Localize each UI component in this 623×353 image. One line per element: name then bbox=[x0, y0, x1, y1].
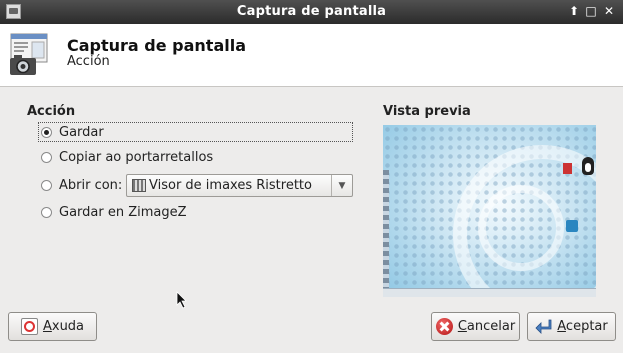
preview-desktop-icon bbox=[563, 163, 572, 174]
open-with-app-value: Visor de imaxes Ristretto bbox=[149, 178, 312, 193]
preview-desktop-icon bbox=[566, 220, 578, 232]
radio-option-save[interactable]: Gardar bbox=[41, 122, 104, 142]
radio-label-open-with: Abrir con: bbox=[59, 177, 123, 193]
cancel-icon bbox=[435, 318, 453, 335]
cancel-button-label: Cancelar bbox=[457, 319, 516, 334]
preview-section-label: Vista previa bbox=[383, 104, 471, 119]
open-with-app-select[interactable]: Visor de imaxes Ristretto ▼ bbox=[126, 174, 353, 197]
radio-button-checked[interactable] bbox=[41, 126, 52, 138]
help-icon bbox=[20, 318, 38, 335]
radio-button[interactable] bbox=[41, 179, 52, 191]
accept-button[interactable]: Aceptar bbox=[527, 312, 616, 341]
mouse-pointer-icon bbox=[176, 291, 187, 309]
restore-icon[interactable]: ⬆ bbox=[566, 3, 582, 20]
window-title: Captura de pantalla bbox=[236, 4, 387, 19]
dropdown-arrow-icon[interactable]: ▼ bbox=[331, 175, 352, 196]
maximize-icon[interactable]: □ bbox=[583, 3, 599, 20]
preview-penguin-icon bbox=[582, 157, 594, 175]
accept-arrow-icon bbox=[535, 319, 552, 334]
preview-wallpaper-arc bbox=[478, 185, 564, 271]
header-title: Captura de pantalla bbox=[67, 36, 247, 55]
screenshot-camera-icon bbox=[10, 33, 48, 75]
header-subtitle: Acción bbox=[67, 54, 110, 69]
radio-label-save-zimagez: Gardar en ZimageZ bbox=[59, 204, 187, 220]
help-button[interactable]: Axuda bbox=[8, 312, 97, 341]
radio-button[interactable] bbox=[41, 151, 52, 163]
radio-label-save: Gardar bbox=[59, 124, 104, 140]
radio-option-copy-clipboard[interactable]: Copiar ao portarretallos bbox=[41, 147, 213, 167]
cancel-button[interactable]: Cancelar bbox=[431, 312, 520, 341]
image-viewer-icon bbox=[132, 179, 146, 192]
accept-button-label: Aceptar bbox=[557, 319, 608, 334]
preview-side-panel bbox=[383, 170, 389, 288]
radio-label-copy-clipboard: Copiar ao portarretallos bbox=[59, 149, 214, 165]
action-section-label: Acción bbox=[27, 104, 76, 119]
radio-option-save-zimagez[interactable]: Gardar en ZimageZ bbox=[41, 202, 187, 222]
close-icon[interactable]: ✕ bbox=[601, 3, 617, 20]
screenshot-preview-image bbox=[383, 125, 596, 297]
preview-taskbar bbox=[383, 288, 596, 297]
help-button-label: Axuda bbox=[42, 319, 85, 334]
window-titlebar[interactable]: Captura de pantalla ⬆ □ ✕ bbox=[0, 0, 623, 24]
radio-button[interactable] bbox=[41, 206, 52, 218]
dialog-header: Captura de pantalla Acción bbox=[0, 24, 623, 87]
radio-option-open-with[interactable]: Abrir con: bbox=[41, 175, 122, 195]
